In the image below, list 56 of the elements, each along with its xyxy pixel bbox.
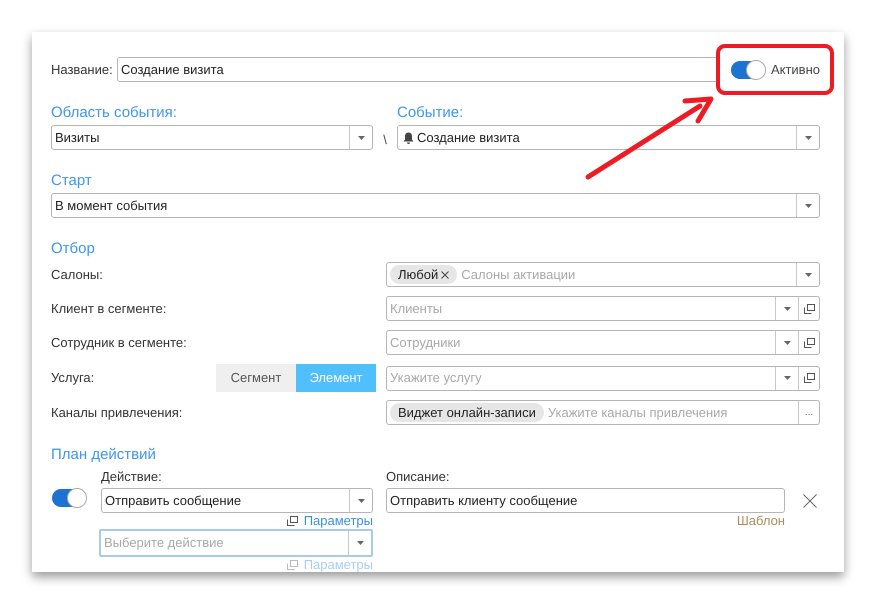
caret-icon bbox=[358, 136, 364, 140]
event-area-select[interactable]: Визиты bbox=[51, 125, 373, 150]
bell-icon bbox=[403, 132, 414, 144]
start-select[interactable]: В момент события bbox=[51, 193, 820, 218]
close-icon[interactable] bbox=[441, 270, 450, 278]
field-placeholder: Клиенты bbox=[390, 300, 442, 318]
caret-icon bbox=[356, 541, 364, 545]
select-value: Создание визита bbox=[417, 128, 521, 147]
open-window-icon bbox=[286, 516, 298, 526]
close-icon[interactable] bbox=[803, 494, 817, 508]
open-window-icon bbox=[804, 338, 814, 348]
toggle-switch[interactable] bbox=[730, 60, 765, 78]
name-label: Название: bbox=[51, 60, 114, 79]
select-value: Отправить сообщение bbox=[104, 492, 242, 510]
filter-field[interactable]: Виджет онлайн-записи Укажите каналы привлечения ... bbox=[386, 400, 820, 425]
field-placeholder: Сотрудники bbox=[390, 334, 460, 352]
active-label: Активно bbox=[770, 60, 820, 79]
field-placeholder: Выберите действие bbox=[103, 534, 225, 552]
filter-label: Сотрудник в сегменте: bbox=[51, 334, 188, 352]
event-label: Событие: bbox=[397, 104, 464, 122]
filter-field[interactable]: Любой Салоны активации bbox=[386, 262, 820, 287]
caret-icon bbox=[358, 498, 364, 502]
name-field[interactable]: Создание визита bbox=[117, 57, 718, 82]
action-label: Действие: bbox=[101, 468, 163, 486]
field-placeholder: Укажите каналы привлечения bbox=[548, 404, 728, 422]
filter-label: Услуга: bbox=[51, 369, 96, 388]
tag-chip[interactable]: Любой bbox=[390, 265, 458, 284]
select-value: Визиты bbox=[54, 128, 100, 147]
event-select[interactable]: Создание визита bbox=[397, 125, 820, 150]
tag-chip[interactable]: Виджет онлайн-записи bbox=[390, 403, 544, 422]
caret-icon bbox=[804, 204, 812, 208]
filter-label: Салоны: bbox=[51, 266, 104, 284]
separator-text: \ bbox=[382, 131, 388, 149]
field-placeholder: Укажите услугу bbox=[390, 369, 482, 388]
caret-icon bbox=[804, 272, 812, 276]
open-window-icon bbox=[804, 373, 814, 383]
filter-label: Каналы привлечения: bbox=[51, 404, 184, 422]
caret-icon bbox=[804, 136, 812, 140]
start-label: Старт bbox=[51, 172, 93, 190]
caret-icon bbox=[784, 340, 790, 344]
toggle-switch[interactable] bbox=[52, 488, 86, 507]
filter-title: Отбор bbox=[51, 240, 96, 258]
field-placeholder: Салоны активации bbox=[461, 266, 576, 284]
plan-title: План действий bbox=[51, 446, 157, 464]
choose-button[interactable]: ... bbox=[798, 401, 819, 424]
event-area-label: Область события: bbox=[51, 104, 178, 122]
caret-icon bbox=[784, 376, 790, 380]
segment-tab[interactable]: Сегмент bbox=[216, 364, 296, 392]
select-value: В момент события bbox=[54, 196, 168, 215]
open-window-icon bbox=[804, 304, 814, 314]
description-label: Описание: bbox=[386, 468, 450, 486]
description-field[interactable]: Отправить клиенту сообщение bbox=[386, 488, 785, 513]
filter-label: Клиент в сегменте: bbox=[51, 300, 168, 318]
open-window-icon bbox=[286, 560, 298, 570]
caret-icon bbox=[784, 306, 790, 310]
action-select[interactable]: Отправить сообщение bbox=[101, 488, 373, 513]
